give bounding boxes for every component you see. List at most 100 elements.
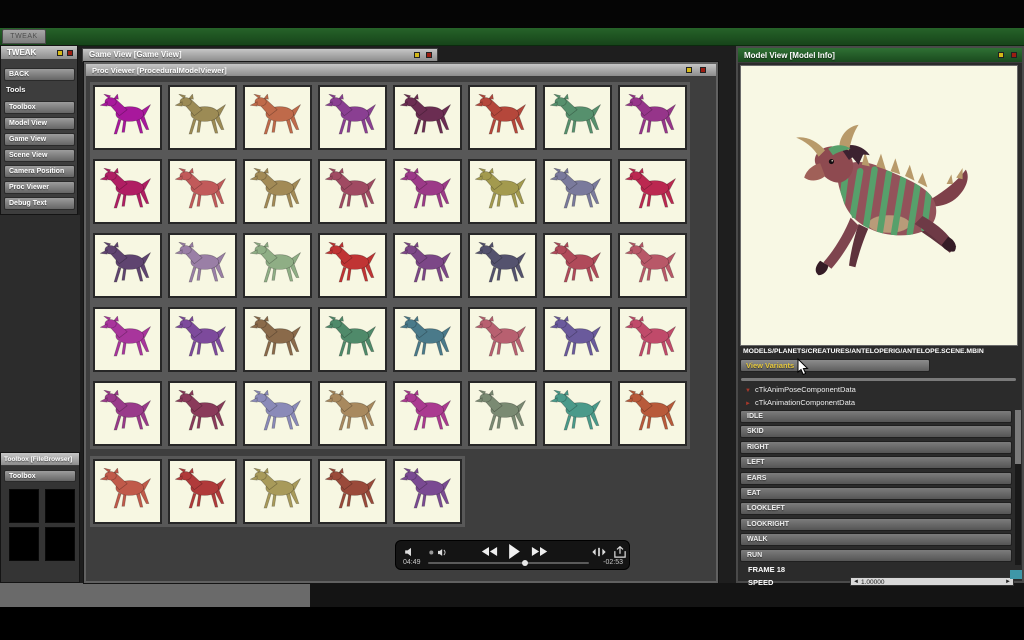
creature-thumbnail[interactable]: [393, 307, 462, 372]
creature-thumbnail[interactable]: [168, 381, 237, 446]
creature-thumbnail[interactable]: [318, 307, 387, 372]
minimize-icon[interactable]: [998, 52, 1004, 58]
toolbox-panel-titlebar[interactable]: Toolbox [FileBrowser]: [1, 453, 79, 466]
creature-thumbnail[interactable]: [468, 307, 537, 372]
progress-bar[interactable]: [428, 560, 589, 566]
speed-spinner[interactable]: ◄ 1.00000 ►: [850, 577, 1014, 586]
creature-thumbnail[interactable]: [318, 381, 387, 446]
creature-thumbnail[interactable]: [243, 381, 312, 446]
creature-thumbnail[interactable]: [243, 307, 312, 372]
creature-thumbnail[interactable]: [168, 159, 237, 224]
creature-thumbnail[interactable]: [468, 381, 537, 446]
creature-thumbnail[interactable]: [93, 233, 162, 298]
tweak-top-tab[interactable]: TWEAK: [2, 29, 46, 44]
creature-thumbnail[interactable]: [318, 459, 387, 524]
creature-thumbnail[interactable]: [543, 381, 612, 446]
progress-handle[interactable]: [521, 560, 528, 566]
toolbox-button[interactable]: Toolbox: [4, 470, 76, 482]
model-3d-viewport[interactable]: [740, 65, 1018, 346]
creature-thumbnail[interactable]: [93, 381, 162, 446]
creature-thumbnail[interactable]: [318, 233, 387, 298]
component-tree-row[interactable]: ▼ cTkAnimPoseComponentData: [741, 384, 1016, 396]
creature-thumbnail[interactable]: [318, 159, 387, 224]
file-slot[interactable]: [9, 489, 39, 523]
animation-button-eat[interactable]: EAT: [740, 486, 1012, 500]
sidebar-item-proc-viewer[interactable]: Proc Viewer: [4, 181, 75, 194]
animation-button-skid[interactable]: SKID: [740, 425, 1012, 439]
creature-thumbnail[interactable]: [243, 85, 312, 150]
close-icon[interactable]: [67, 50, 73, 56]
game-view-window-titlebar[interactable]: Game View [Game View]: [82, 48, 438, 62]
animation-button-ears[interactable]: EARS: [740, 471, 1012, 485]
component-tree-row[interactable]: ► cTkAnimationComponentData: [741, 397, 1016, 409]
creature-thumbnail[interactable]: [318, 85, 387, 150]
proc-viewer-titlebar[interactable]: Proc Viewer [ProceduralModelViewer]: [86, 64, 716, 77]
animation-button-lookright[interactable]: LOOKRIGHT: [740, 517, 1012, 531]
view-variants-button[interactable]: View Variants: [740, 359, 930, 372]
creature-thumbnail[interactable]: [543, 307, 612, 372]
creature-thumbnail[interactable]: [168, 85, 237, 150]
creature-thumbnail[interactable]: [93, 307, 162, 372]
sidebar-item-debug-text[interactable]: Debug Text: [4, 197, 75, 210]
sidebar-item-model-view[interactable]: Model View: [4, 117, 75, 130]
rewind-icon[interactable]: [480, 546, 498, 557]
creature-thumbnail[interactable]: [243, 233, 312, 298]
creature-thumbnail[interactable]: [468, 233, 537, 298]
play-icon[interactable]: [508, 544, 521, 559]
minimize-icon[interactable]: [414, 52, 420, 58]
expander-triangle-icon[interactable]: ►: [745, 401, 751, 407]
creature-thumbnail[interactable]: [468, 159, 537, 224]
increment-icon[interactable]: ►: [1005, 578, 1011, 586]
back-button[interactable]: BACK: [4, 68, 75, 81]
frame-step-icon[interactable]: [592, 547, 606, 557]
minimize-icon[interactable]: [686, 67, 692, 73]
animation-button-walk[interactable]: WALK: [740, 533, 1012, 547]
animation-button-lookleft[interactable]: LOOKLEFT: [740, 502, 1012, 516]
tweak-panel-titlebar[interactable]: TWEAK: [1, 46, 77, 60]
creature-thumbnail[interactable]: [93, 459, 162, 524]
volume-icon[interactable]: [404, 547, 418, 557]
scrollbar[interactable]: [1015, 410, 1021, 565]
sidebar-item-scene-view[interactable]: Scene View: [4, 149, 75, 162]
animation-button-left[interactable]: LEFT: [740, 456, 1012, 470]
model-view-titlebar[interactable]: Model View [Model Info]: [738, 48, 1022, 63]
sidebar-item-camera-position[interactable]: Camera Position: [4, 165, 75, 178]
decrement-icon[interactable]: ◄: [853, 578, 859, 586]
close-icon[interactable]: [700, 67, 706, 73]
file-slot[interactable]: [9, 527, 39, 561]
creature-thumbnail[interactable]: [393, 85, 462, 150]
file-slot[interactable]: [45, 489, 75, 523]
creature-thumbnail[interactable]: [168, 233, 237, 298]
close-icon[interactable]: [1011, 52, 1017, 58]
creature-thumbnail[interactable]: [468, 85, 537, 150]
creature-thumbnail[interactable]: [393, 381, 462, 446]
sidebar-item-game-view[interactable]: Game View: [4, 133, 75, 146]
creature-thumbnail[interactable]: [93, 159, 162, 224]
minimize-icon[interactable]: [57, 50, 63, 56]
creature-thumbnail[interactable]: [168, 307, 237, 372]
creature-thumbnail[interactable]: [618, 381, 687, 446]
creature-thumbnail[interactable]: [543, 159, 612, 224]
scrollbar-thumb[interactable]: [1015, 410, 1021, 464]
fast-forward-icon[interactable]: [531, 546, 549, 557]
expander-triangle-icon[interactable]: ▼: [745, 388, 751, 394]
animation-button-right[interactable]: RIGHT: [740, 440, 1012, 454]
file-slot[interactable]: [45, 527, 75, 561]
creature-thumbnail[interactable]: [618, 85, 687, 150]
animation-button-run[interactable]: RUN: [740, 548, 1012, 562]
creature-thumbnail[interactable]: [543, 233, 612, 298]
creature-thumbnail[interactable]: [168, 459, 237, 524]
sidebar-item-toolbox[interactable]: Toolbox: [4, 101, 75, 114]
close-icon[interactable]: [426, 52, 432, 58]
creature-thumbnail[interactable]: [618, 307, 687, 372]
creature-thumbnail[interactable]: [393, 159, 462, 224]
animation-button-idle[interactable]: IDLE: [740, 410, 1012, 423]
creature-thumbnail[interactable]: [393, 459, 462, 524]
creature-thumbnail[interactable]: [543, 85, 612, 150]
creature-thumbnail[interactable]: [93, 85, 162, 150]
share-icon[interactable]: [614, 546, 626, 558]
creature-thumbnail[interactable]: [393, 233, 462, 298]
creature-thumbnail[interactable]: [243, 459, 312, 524]
creature-thumbnail[interactable]: [618, 159, 687, 224]
creature-thumbnail[interactable]: [618, 233, 687, 298]
